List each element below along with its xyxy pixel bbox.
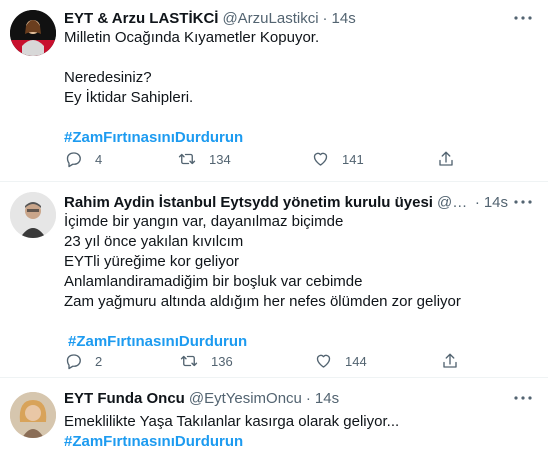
retweet-icon	[178, 153, 196, 165]
user-handle[interactable]: @EytYesimOncu	[189, 390, 302, 407]
tweet-line: Emeklilikte Yaşa Takılanlar kasırga olar…	[64, 413, 400, 430]
user-handle[interactable]: @ArzuLastikci	[222, 10, 318, 27]
like-icon	[313, 152, 328, 166]
tweet-line: EYTli yüreğime kor geliyor	[64, 253, 240, 270]
reply-button[interactable]: 2	[64, 352, 102, 370]
share-icon	[443, 353, 457, 368]
reply-icon	[66, 152, 81, 168]
tweet-text: Milletin Ocağında Kıyametler Kopuyor. Ne…	[64, 28, 532, 148]
retweet-count: 136	[211, 353, 233, 369]
more-icon[interactable]	[512, 192, 534, 212]
user-handle[interactable]: @Rahim...	[437, 194, 471, 211]
tweet-header: Rahim Aydin İstanbul Eytsydd yönetim kur…	[64, 192, 508, 212]
display-name[interactable]: EYT Funda Oncu	[64, 390, 185, 407]
retweet-icon	[180, 355, 198, 367]
like-count: 144	[345, 353, 367, 369]
display-name[interactable]: Rahim Aydin İstanbul Eytsydd yönetim kur…	[64, 194, 433, 211]
retweet-count: 134	[209, 151, 231, 167]
tweet-header: EYT Funda Oncu @EytYesimOncu · 14s	[64, 388, 508, 408]
action-bar: 4 134 141	[64, 149, 464, 169]
tweet-3[interactable]: EYT Funda Oncu @EytYesimOncu · 14s Emekl…	[0, 378, 548, 450]
tweet-line: Anlamlandiramadiğim bir boşluk var cebim…	[64, 273, 363, 290]
reply-button[interactable]: 4	[64, 150, 102, 168]
timestamp[interactable]: 14s	[315, 390, 339, 407]
reply-icon	[66, 354, 81, 370]
hashtag-link[interactable]: #ZamFırtınasınıDurdurun	[64, 128, 532, 148]
retweet-button[interactable]: 136	[179, 352, 233, 370]
avatar[interactable]	[10, 392, 56, 438]
tweet-line: İçimde bir yangın var, dayanılmaz biçimd…	[64, 213, 344, 230]
separator-dot: ·	[474, 193, 480, 211]
tweet-line: Ey İktidar Sahipleri.	[64, 89, 194, 106]
share-button[interactable]	[437, 150, 455, 168]
avatar[interactable]	[10, 192, 56, 238]
tweet-text: İçimde bir yangın var, dayanılmaz biçimd…	[64, 212, 532, 352]
separator-dot: ·	[322, 9, 328, 27]
share-icon	[439, 151, 453, 166]
timestamp[interactable]: 14s	[484, 194, 508, 211]
tweet-text: Emeklilikte Yaşa Takılanlar kasırga olar…	[64, 412, 532, 450]
tweet-line: Neredesiniz?	[64, 69, 152, 86]
tweet-line: Milletin Ocağında Kıyametler Kopuyor.	[64, 29, 320, 46]
hashtag-link[interactable]: #ZamFırtınasınıDurdurun	[68, 332, 532, 352]
action-bar: 2 136 144	[64, 351, 464, 371]
avatar[interactable]	[10, 10, 56, 56]
tweet-line: 23 yıl önce yakılan kıvılcım	[64, 233, 244, 250]
display-name[interactable]: EYT & Arzu LASTİKCİ	[64, 10, 218, 27]
tweet-1[interactable]: EYT & Arzu LASTİKCİ @ArzuLastikci · 14s …	[0, 0, 548, 182]
reply-count: 4	[95, 151, 103, 167]
like-icon	[316, 354, 331, 368]
separator-dot: ·	[305, 389, 311, 407]
like-button[interactable]: 141	[311, 150, 364, 168]
hashtag-link[interactable]: #ZamFırtınasınıDurdurun	[64, 432, 532, 450]
tweet-2[interactable]: Rahim Aydin İstanbul Eytsydd yönetim kur…	[0, 182, 548, 378]
tweet-header: EYT & Arzu LASTİKCİ @ArzuLastikci · 14s	[64, 8, 508, 28]
like-count: 141	[342, 151, 364, 167]
more-icon[interactable]	[512, 8, 534, 28]
reply-count: 2	[95, 353, 103, 369]
share-button[interactable]	[441, 352, 459, 370]
timestamp[interactable]: 14s	[332, 10, 356, 27]
like-button[interactable]: 144	[314, 352, 367, 370]
tweet-line: Zam yağmuru altında aldığım her nefes öl…	[64, 293, 461, 310]
retweet-button[interactable]: 134	[177, 150, 231, 168]
more-icon[interactable]	[512, 388, 534, 408]
